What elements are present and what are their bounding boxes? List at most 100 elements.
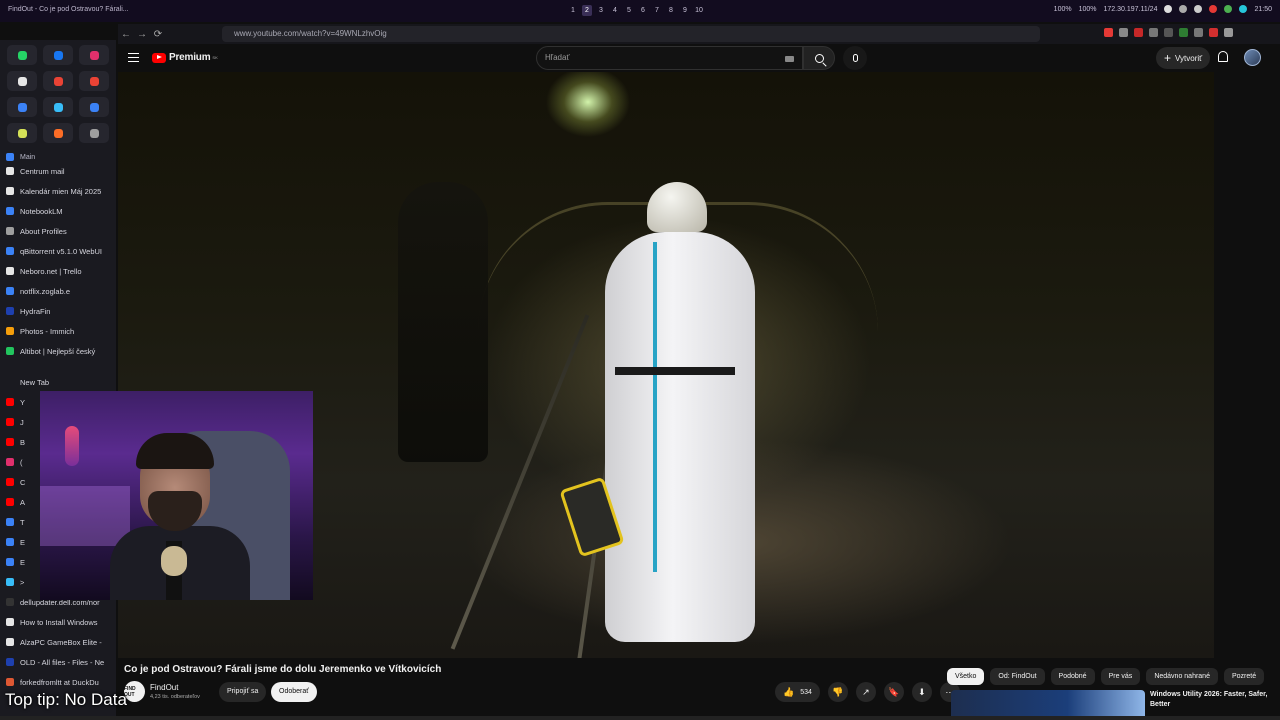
- sidebar-item[interactable]: OLD - All files - Files - Ne: [6, 655, 112, 669]
- search-input[interactable]: Hľadať: [536, 46, 803, 70]
- pinned-app[interactable]: [79, 45, 109, 65]
- sidebar-item[interactable]: HydraFin: [6, 304, 112, 318]
- extension-icon[interactable]: [1209, 28, 1218, 37]
- tray-app-icon[interactable]: [1239, 5, 1248, 13]
- sidebar-item[interactable]: notflix.zoglab.e: [6, 284, 112, 298]
- sidebar-item[interactable]: forkedfromltt at DuckDu: [6, 675, 112, 689]
- extension-icon[interactable]: [1149, 28, 1158, 37]
- download-button[interactable]: ⬇: [911, 682, 932, 702]
- filter-chip[interactable]: Všetko: [947, 668, 985, 685]
- sidebar-section-main[interactable]: Main: [6, 150, 112, 164]
- tray-app-icon[interactable]: [1164, 5, 1173, 13]
- helmet: [647, 182, 707, 232]
- create-button[interactable]: + Vytvoriť: [1156, 47, 1211, 69]
- save-button[interactable]: 🔖: [883, 682, 904, 702]
- sidebar-item[interactable]: Centrum mail: [6, 164, 112, 178]
- workspace-button[interactable]: 6: [638, 5, 648, 16]
- menu-icon[interactable]: [128, 53, 139, 62]
- sidebar-item[interactable]: Neboro.net | Trello: [6, 264, 112, 278]
- join-button[interactable]: Pripojiť sa: [219, 682, 267, 702]
- workspace-button[interactable]: 8: [666, 5, 676, 16]
- extension-icon[interactable]: [1224, 28, 1233, 37]
- tray-app-icon[interactable]: [1224, 5, 1233, 13]
- extension-icon[interactable]: [1104, 28, 1113, 37]
- gmail-icon: [89, 76, 99, 86]
- pinned-app[interactable]: [79, 123, 109, 143]
- voice-search-button[interactable]: [843, 46, 867, 70]
- webcam-overlay: [40, 391, 313, 600]
- tray-app-icon[interactable]: [1194, 5, 1203, 13]
- sidebar-item-label: About Profiles: [20, 226, 67, 236]
- sidebar-item-label: Altibot | Nejlepší český: [20, 346, 96, 356]
- back-icon[interactable]: ←: [118, 29, 134, 40]
- channel-avatar[interactable]: FIND OUT: [124, 681, 145, 702]
- pinned-app[interactable]: [7, 71, 37, 91]
- sidebar-item[interactable]: NotebookLM: [6, 204, 112, 218]
- sidebar-item-label: Neboro.net | Trello: [20, 266, 82, 276]
- tray-app-icon[interactable]: [1209, 5, 1218, 13]
- search-button[interactable]: [803, 46, 835, 70]
- extension-icon[interactable]: [1194, 28, 1203, 37]
- notifications-icon[interactable]: [1218, 51, 1228, 62]
- filter-chip[interactable]: Pre vás: [1100, 668, 1141, 685]
- sidebar-item[interactable]: About Profiles: [6, 224, 112, 238]
- workspace-button[interactable]: 4: [610, 5, 620, 16]
- sidebar-new-tab[interactable]: New Tab: [6, 375, 112, 389]
- pinned-app[interactable]: [43, 71, 73, 91]
- share-button[interactable]: ↗: [855, 682, 876, 702]
- account-avatar[interactable]: [1244, 49, 1261, 66]
- dislike-button[interactable]: 👎: [827, 682, 848, 702]
- favicon-icon: [6, 438, 14, 446]
- address-bar[interactable]: www.youtube.com/watch?v=49WNLzhvOig: [222, 26, 1040, 42]
- workspace-button[interactable]: 9: [680, 5, 690, 16]
- filter-chip[interactable]: Pozreté: [1223, 668, 1265, 685]
- pinned-app[interactable]: [43, 45, 73, 65]
- keyboard-icon[interactable]: [785, 56, 794, 62]
- sidebar-item[interactable]: Kalendár mien Máj 2025: [6, 184, 112, 198]
- channel-name[interactable]: FindOut: [150, 683, 178, 692]
- recommended-title[interactable]: Windows Utility 2026: Faster, Safer, Bet…: [1150, 690, 1280, 710]
- favicon-icon: [6, 187, 14, 195]
- pinned-app[interactable]: [79, 71, 109, 91]
- subscribe-button[interactable]: Odoberať: [271, 682, 317, 702]
- extension-icon[interactable]: [1179, 28, 1188, 37]
- drive-icon: [53, 102, 63, 112]
- youtube-play-icon: [152, 52, 166, 63]
- filter-chip[interactable]: Od: FindOut: [990, 668, 1045, 685]
- filter-chip[interactable]: Podobné: [1050, 668, 1095, 685]
- extension-icon[interactable]: [1134, 28, 1143, 37]
- sidebar-item[interactable]: Photos - Immich: [6, 324, 112, 338]
- miner-in-white-suit: [559, 182, 765, 652]
- pinned-app[interactable]: [7, 45, 37, 65]
- forward-icon[interactable]: →: [134, 29, 150, 40]
- belt: [615, 367, 735, 375]
- filter-chip[interactable]: Nedávno nahrané: [1146, 668, 1218, 685]
- download-icon: ⬇: [918, 686, 926, 697]
- like-button[interactable]: 👍 534: [775, 682, 820, 702]
- workspace-button[interactable]: 1: [568, 5, 578, 16]
- pinned-app[interactable]: [79, 97, 109, 117]
- sidebar-item[interactable]: Altibot | Nejlepší český: [6, 344, 112, 358]
- workspace-switcher: 1 2 3 4 5 6 7 8 9 10: [568, 5, 704, 16]
- video-progress-bar[interactable]: [0, 716, 1280, 720]
- youtube-logo[interactable]: Premium SK: [152, 52, 218, 63]
- workspace-button[interactable]: 10: [694, 5, 704, 16]
- sidebar-item-label: Main: [20, 153, 36, 161]
- workspace-button[interactable]: 5: [624, 5, 634, 16]
- tray-app-icon[interactable]: [1179, 5, 1188, 13]
- reload-icon[interactable]: ⟳: [150, 29, 166, 40]
- sidebar-item[interactable]: How to Install Windows: [6, 615, 112, 629]
- sidebar-item[interactable]: qBittorrent v5.1.0 WebUI: [6, 244, 112, 258]
- workspace-button[interactable]: 7: [652, 5, 662, 16]
- pinned-app[interactable]: [7, 123, 37, 143]
- pinned-app[interactable]: [43, 97, 73, 117]
- workspace-button[interactable]: 2: [582, 5, 592, 16]
- volume-readout[interactable]: 100%: [1054, 6, 1072, 13]
- pinned-app[interactable]: [7, 97, 37, 117]
- extension-icon[interactable]: [1119, 28, 1128, 37]
- extension-icon[interactable]: [1164, 28, 1173, 37]
- sidebar-item-label: forkedfromltt at DuckDu: [20, 677, 99, 687]
- pinned-app[interactable]: [43, 123, 73, 143]
- sidebar-item[interactable]: AlzaPC GameBox Elite -: [6, 635, 112, 649]
- workspace-button[interactable]: 3: [596, 5, 606, 16]
